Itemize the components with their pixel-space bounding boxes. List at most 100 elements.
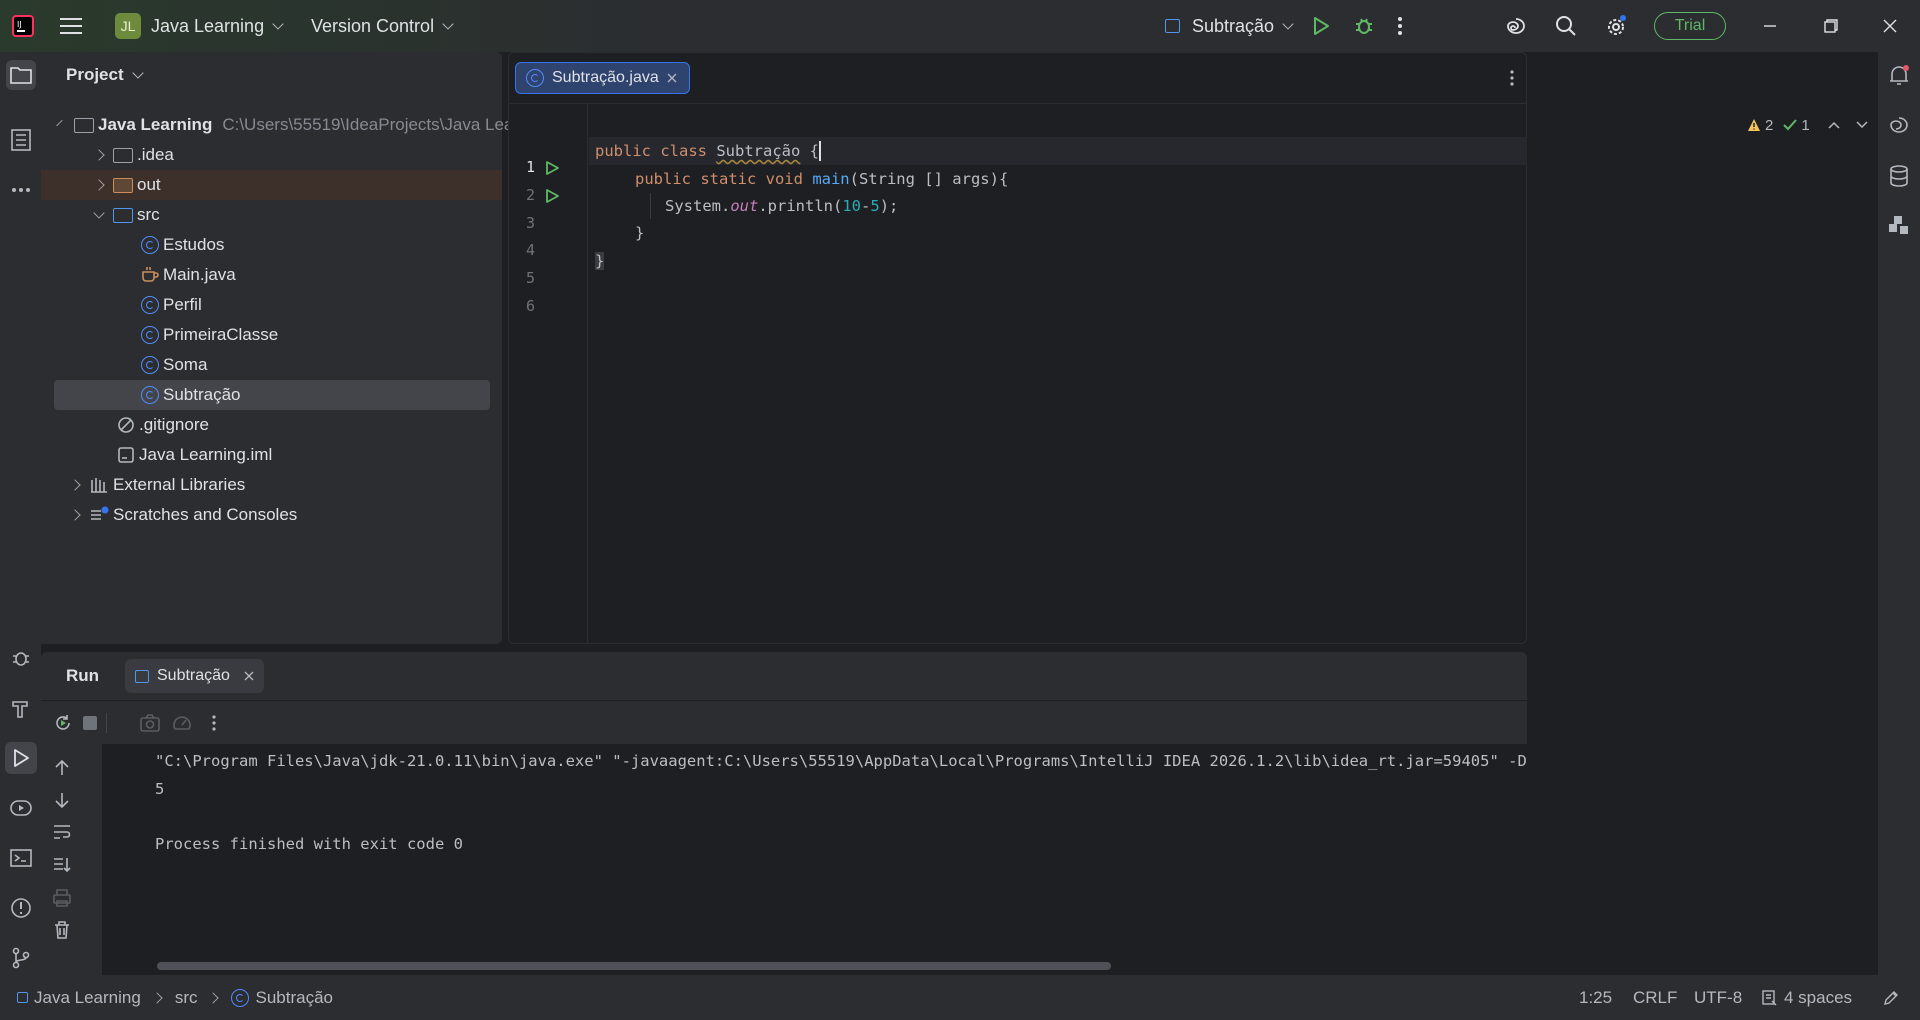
- toolbar-separator: [106, 713, 107, 733]
- rerun-icon[interactable]: [54, 714, 72, 732]
- main-menu-icon[interactable]: [60, 0, 82, 52]
- tree-item-iml[interactable]: Java Learning.iml: [41, 440, 502, 470]
- run-config-selector[interactable]: Subtração: [1165, 0, 1294, 52]
- run-gutter-icon[interactable]: [544, 160, 560, 176]
- tree-item-out[interactable]: out: [41, 170, 502, 200]
- profiler-icon[interactable]: [172, 713, 192, 733]
- breadcrumb-file[interactable]: Subtração: [255, 988, 333, 1008]
- caret-position[interactable]: 1:25: [1579, 975, 1612, 1020]
- file-encoding[interactable]: UTF-8: [1694, 975, 1742, 1020]
- indent-settings[interactable]: 4 spaces: [1762, 975, 1852, 1020]
- database-button[interactable]: [1885, 162, 1913, 190]
- ai-chat-button[interactable]: [1885, 112, 1913, 140]
- intellij-logo-icon[interactable]: IJ: [12, 0, 34, 52]
- console-line: 5: [155, 780, 165, 798]
- notifications-button[interactable]: [1885, 62, 1913, 90]
- chevron-down-icon[interactable]: [1856, 120, 1868, 130]
- tree-item-gitignore[interactable]: .gitignore: [41, 410, 502, 440]
- svg-text:IJ: IJ: [17, 20, 22, 29]
- chevron-right-icon: [93, 149, 105, 161]
- tree-item-subtracao[interactable]: Subtração: [54, 380, 490, 410]
- debug-button[interactable]: [1354, 0, 1374, 52]
- chevron-down-icon: [1282, 18, 1294, 30]
- breadcrumb-src[interactable]: src: [175, 988, 198, 1008]
- tree-item-primeiraclasse[interactable]: PrimeiraClasse: [41, 320, 502, 350]
- console-output[interactable]: "C:\Program Files\Java\jdk-21.0.11\bin\j…: [101, 744, 1527, 975]
- project-view-selector[interactable]: Project: [66, 62, 144, 88]
- settings-button[interactable]: [1604, 0, 1628, 52]
- git-branch-icon: [12, 947, 30, 969]
- number-literal: 10: [842, 197, 861, 215]
- restore-icon: [1824, 19, 1838, 33]
- close-icon[interactable]: [667, 73, 677, 83]
- arrow-down-icon[interactable]: [54, 791, 70, 809]
- plugins-button[interactable]: [1885, 212, 1913, 240]
- tree-item-soma[interactable]: Soma: [41, 350, 502, 380]
- trial-button[interactable]: Trial: [1654, 0, 1726, 52]
- more-vertical-icon[interactable]: [1509, 69, 1515, 87]
- search-button[interactable]: [1555, 0, 1577, 52]
- read-only-toggle[interactable]: [1882, 975, 1900, 1020]
- number-literal: 5: [870, 197, 880, 215]
- tree-item-perfil[interactable]: Perfil: [41, 290, 502, 320]
- horizontal-scrollbar[interactable]: [157, 962, 1111, 970]
- inspection-widget[interactable]: 2 1: [1747, 113, 1868, 137]
- git-tool-button[interactable]: [7, 944, 35, 972]
- static-field: out: [730, 197, 759, 215]
- tree-item-main-java[interactable]: Main.java: [41, 260, 502, 290]
- trash-icon[interactable]: [53, 921, 71, 939]
- project-selector[interactable]: JL Java Learning: [115, 0, 284, 52]
- bug-icon: [1356, 18, 1372, 34]
- print-icon[interactable]: [53, 889, 71, 907]
- close-window-button[interactable]: [1883, 0, 1897, 52]
- java-class-icon: [141, 386, 159, 404]
- more-vertical-icon[interactable]: [211, 714, 217, 732]
- tree-item-label: Subtração: [163, 385, 241, 404]
- version-control-menu[interactable]: Version Control: [311, 0, 454, 52]
- scroll-to-end-icon[interactable]: [53, 857, 71, 873]
- run-button[interactable]: [1311, 0, 1331, 52]
- restore-button[interactable]: [1824, 0, 1838, 52]
- close-icon[interactable]: [244, 671, 254, 681]
- editor-tab-subtracao[interactable]: Subtração.java: [515, 62, 690, 94]
- soft-wrap-icon[interactable]: [53, 824, 71, 840]
- tree-item-src[interactable]: src: [41, 200, 502, 230]
- chevron-right-icon: [69, 479, 81, 491]
- tree-item-external-libraries[interactable]: External Libraries: [41, 470, 502, 500]
- code-line-2: public static void main (String [] args){: [635, 165, 1008, 193]
- ai-assistant-button[interactable]: [1504, 0, 1528, 52]
- tree-item-label: Perfil: [163, 295, 202, 314]
- caret-position-label: 1:25: [1579, 987, 1613, 1007]
- status-bar: Java Learning src Subtração 1:25 CRLF UT…: [0, 975, 1920, 1020]
- services-tool-button[interactable]: [7, 794, 35, 822]
- line-separator[interactable]: CRLF: [1633, 975, 1677, 1020]
- tree-item-estudos[interactable]: Estudos: [41, 230, 502, 260]
- tree-item-scratches[interactable]: Scratches and Consoles: [41, 500, 502, 530]
- line-number: 3: [525, 214, 535, 232]
- run-tool-button[interactable]: [5, 742, 37, 774]
- build-tool-button[interactable]: [7, 694, 35, 722]
- minimize-button[interactable]: [1763, 0, 1777, 52]
- tree-item-label: src: [137, 205, 160, 224]
- project-tool-button[interactable]: [6, 60, 36, 90]
- code-area[interactable]: public class Subtração { public static v…: [589, 104, 1527, 643]
- arrow-up-icon[interactable]: [54, 759, 70, 777]
- debug-tool-button[interactable]: [7, 644, 35, 672]
- module-icon: [17, 992, 28, 1003]
- line-number: 5: [525, 269, 535, 287]
- camera-icon[interactable]: [140, 714, 160, 732]
- problems-tool-button[interactable]: [7, 894, 35, 922]
- more-tools-button[interactable]: [7, 176, 35, 204]
- code-line-3: System. out .println(10-5);: [665, 192, 898, 220]
- tree-item-root[interactable]: Java Learning C:\Users\55519\IdeaProject…: [41, 110, 551, 140]
- chevron-up-icon[interactable]: [1828, 120, 1840, 130]
- structure-tool-button[interactable]: [7, 126, 35, 154]
- more-actions-button[interactable]: [1397, 0, 1403, 52]
- project-badge: JL: [115, 13, 141, 39]
- run-tab-subtracao[interactable]: Subtração: [125, 659, 264, 693]
- run-gutter-icon[interactable]: [544, 188, 560, 204]
- breadcrumb-project[interactable]: Java Learning: [34, 988, 141, 1008]
- terminal-tool-button[interactable]: [7, 844, 35, 872]
- stop-icon[interactable]: [83, 716, 97, 730]
- tree-item-idea[interactable]: .idea: [41, 140, 502, 170]
